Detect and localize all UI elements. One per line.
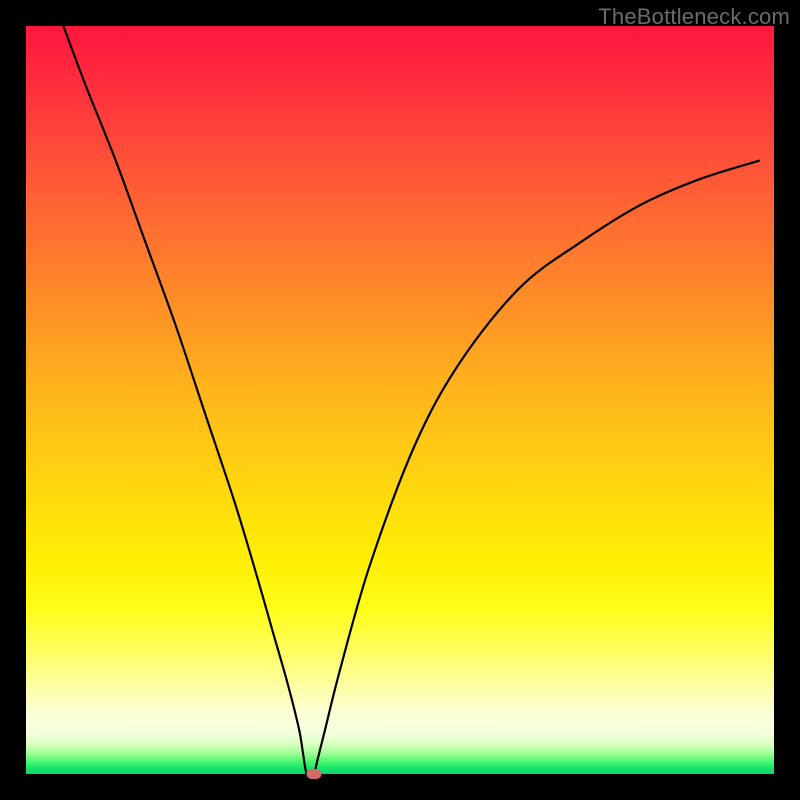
plot-area [26,26,774,774]
chart-frame: TheBottleneck.com [0,0,800,800]
watermark-text: TheBottleneck.com [598,4,790,30]
optimal-point-marker [306,769,321,779]
bottleneck-curve [26,26,774,774]
